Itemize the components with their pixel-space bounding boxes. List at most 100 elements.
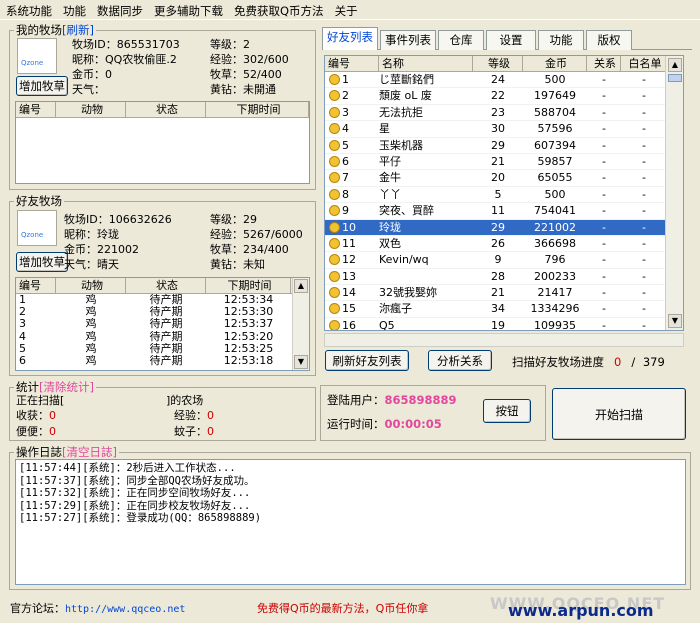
col-status[interactable]: 状态 (126, 278, 206, 293)
cell-gold: 500 (544, 187, 566, 201)
refresh-link[interactable]: [刷新] (62, 23, 94, 37)
refresh-friends-button[interactable]: 刷新好友列表 (325, 350, 409, 371)
friend-row[interactable]: 16 Q5 19 109935 - - (325, 318, 667, 330)
cell-name: 双色 (379, 236, 401, 250)
scan-progress-label: 扫描好友牧场进度 (512, 355, 604, 369)
friend-farm-grass: 234/400 (243, 243, 289, 256)
cell-id: 4 (325, 121, 379, 136)
col-id[interactable]: 编号 (325, 56, 379, 71)
forum-link[interactable]: http://www.qqceo.net (65, 604, 185, 615)
tab-settings[interactable]: 设置 (486, 30, 536, 50)
friend-animals-table[interactable]: 编号 动物 状态 下期时间 1 鸡待产期 12:53:34 2 鸡待产期 12:53:30… (15, 277, 310, 371)
friend-row[interactable]: 12 Kevin/wq 9 796 - - (325, 252, 667, 269)
friend-animals-scrollbar[interactable]: ▲ ▼ (292, 278, 309, 370)
friend-row[interactable]: 6 平仔 21 59857 - - (325, 154, 667, 171)
menu-system[interactable]: 系统功能 (0, 0, 57, 19)
medal-icon (329, 303, 340, 315)
scroll-down-icon[interactable]: ▼ (668, 314, 682, 328)
col-id[interactable]: 编号 (16, 278, 56, 293)
cell-level: 21 (491, 286, 505, 300)
cell-whitelist: - (642, 318, 646, 330)
friend-farm-info-left: 牧场ID：106632626 昵称：玲珑 金币：221002 天气：晴天 (64, 213, 172, 271)
tab-warehouse[interactable]: 仓库 (438, 30, 484, 50)
friend-farm-gold: 221002 (97, 243, 139, 256)
log-textarea[interactable]: [11:57:44][系统]：2秒后进入工作状态... [11:57:37][系统… (15, 459, 686, 585)
friend-row[interactable]: 14 32號我嫛妳 21 21417 - - (325, 285, 667, 302)
tab-friend-list[interactable]: 好友列表 (322, 27, 378, 50)
clear-stats-link[interactable]: [清除统计] (39, 380, 94, 394)
cell-gold: 21417 (537, 286, 573, 300)
scroll-up-icon[interactable]: ▲ (294, 279, 308, 293)
friend-row[interactable]: 15 沵瘋子 34 1334296 - - (325, 301, 667, 318)
friend-rows: 1 じ莖斷銘們 24 500- -2 頹废 oL 废 22 197649- -3 无法抗拒 23 58… (325, 72, 667, 330)
col-status[interactable]: 状态 (126, 102, 206, 117)
friend-list-table[interactable]: 编号 名称 等级 金币 关系 白名单 1 じ莖斷銘們 24 500- -2 頹废 oL 废… (324, 55, 684, 331)
friend-row[interactable]: 8 丫丫 5 500 - - (325, 187, 667, 204)
friend-row[interactable]: 13 28 200233 - - (325, 269, 667, 286)
friend-row[interactable]: 4 星 30 57596 - - (325, 121, 667, 138)
friend-row[interactable]: 2 頹废 oL 废 22 197649 - - (325, 88, 667, 105)
horizontal-scrollbar[interactable] (324, 333, 684, 347)
friend-row[interactable]: 1 じ莖斷銘們 24 500 - - (325, 72, 667, 89)
promo-link[interactable]: 免费得Q币的最新方法，Q币任你拿 (257, 600, 428, 616)
friend-add-grass-button[interactable]: 增加牧草 (16, 252, 68, 272)
cell-relation: - (602, 154, 606, 168)
col-name[interactable]: 名称 (379, 56, 473, 71)
cell-relation: - (602, 204, 606, 218)
friend-list-scrollbar[interactable]: ▲ ▼ (665, 56, 683, 330)
scroll-down-icon[interactable]: ▼ (294, 355, 308, 369)
col-whitelist[interactable]: 白名单 (621, 56, 667, 71)
clear-log-link[interactable]: [清空日誌] (62, 445, 117, 459)
tab-copyright[interactable]: 版权 (586, 30, 632, 50)
start-scan-button[interactable]: 开始扫描 (552, 388, 686, 440)
my-add-grass-button[interactable]: 增加牧草 (16, 76, 68, 96)
col-next-time[interactable]: 下期时间 (206, 278, 291, 293)
cell-relation: - (602, 138, 606, 152)
cell-name: 頹废 oL 废 (379, 89, 432, 103)
friend-row[interactable]: 9 突夜、買醉 11 754041 - - (325, 203, 667, 220)
cell-gold: 366698 (534, 236, 576, 250)
menu-downloads[interactable]: 更多辅助下载 (148, 0, 228, 19)
table-row[interactable]: 1 鸡 待产期 12:53:34 (16, 294, 292, 306)
table-row[interactable]: 2 鸡 待产期 12:53:30 (16, 306, 292, 318)
friend-row[interactable]: 7 金牛 20 65055 - - (325, 170, 667, 187)
cell-next-time: 12:53:18 (223, 354, 274, 367)
generic-button[interactable]: 按钮 (483, 399, 531, 423)
friend-row[interactable]: 10 玲珑 29 221002 - - (325, 219, 667, 236)
log-line: [11:57:27][系统]：登录成功(QQ：865898889) (19, 512, 262, 524)
menu-about[interactable]: 关于 (329, 0, 363, 19)
scroll-up-icon[interactable]: ▲ (668, 58, 682, 72)
table-row[interactable]: 6 鸡 待产期 12:53:18 (16, 355, 292, 367)
col-animal[interactable]: 动物 (56, 278, 126, 293)
tab-event-list[interactable]: 事件列表 (380, 30, 436, 50)
login-user: 登陆用户：865898889 (327, 393, 457, 407)
scroll-thumb[interactable] (668, 74, 682, 82)
menu-free-qb[interactable]: 免费获取Q币方法 (228, 0, 329, 19)
medal-icon (329, 254, 340, 266)
menu-function[interactable]: 功能 (57, 0, 91, 19)
col-id[interactable]: 编号 (16, 102, 56, 117)
cell-next-time: 12:53:25 (223, 342, 274, 355)
tab-functions[interactable]: 功能 (538, 30, 584, 50)
cell-relation: - (602, 286, 606, 300)
harvest-stat: 收获：0 (16, 409, 56, 422)
col-next-time[interactable]: 下期时间 (206, 102, 309, 117)
cell-level: 29 (491, 138, 505, 152)
cell-level: 24 (491, 73, 505, 86)
col-relation[interactable]: 关系 (587, 56, 621, 71)
cell-name (379, 269, 473, 284)
table-row[interactable]: 4 鸡 待产期 12:53:20 (16, 331, 292, 343)
friend-row[interactable]: 3 无法抗拒 23 588704 - - (325, 105, 667, 122)
my-animals-table[interactable]: 编号 动物 状态 下期时间 (15, 101, 310, 184)
friend-row[interactable]: 11 双色 26 366698 - - (325, 236, 667, 253)
col-animal[interactable]: 动物 (56, 102, 126, 117)
cell-id: 5 (325, 138, 379, 153)
menu-sync[interactable]: 数据同步 (91, 0, 148, 19)
cell-level: 5 (494, 187, 502, 201)
friend-row[interactable]: 5 玉柴机器 29 607394 - - (325, 138, 667, 154)
table-row[interactable]: 5 鸡 待产期 12:53:25 (16, 343, 292, 355)
table-row[interactable]: 3 鸡 待产期 12:53:37 (16, 318, 292, 330)
col-gold[interactable]: 金币 (523, 56, 587, 71)
analyze-relations-button[interactable]: 分析关系 (428, 350, 492, 371)
col-level[interactable]: 等级 (473, 56, 523, 71)
